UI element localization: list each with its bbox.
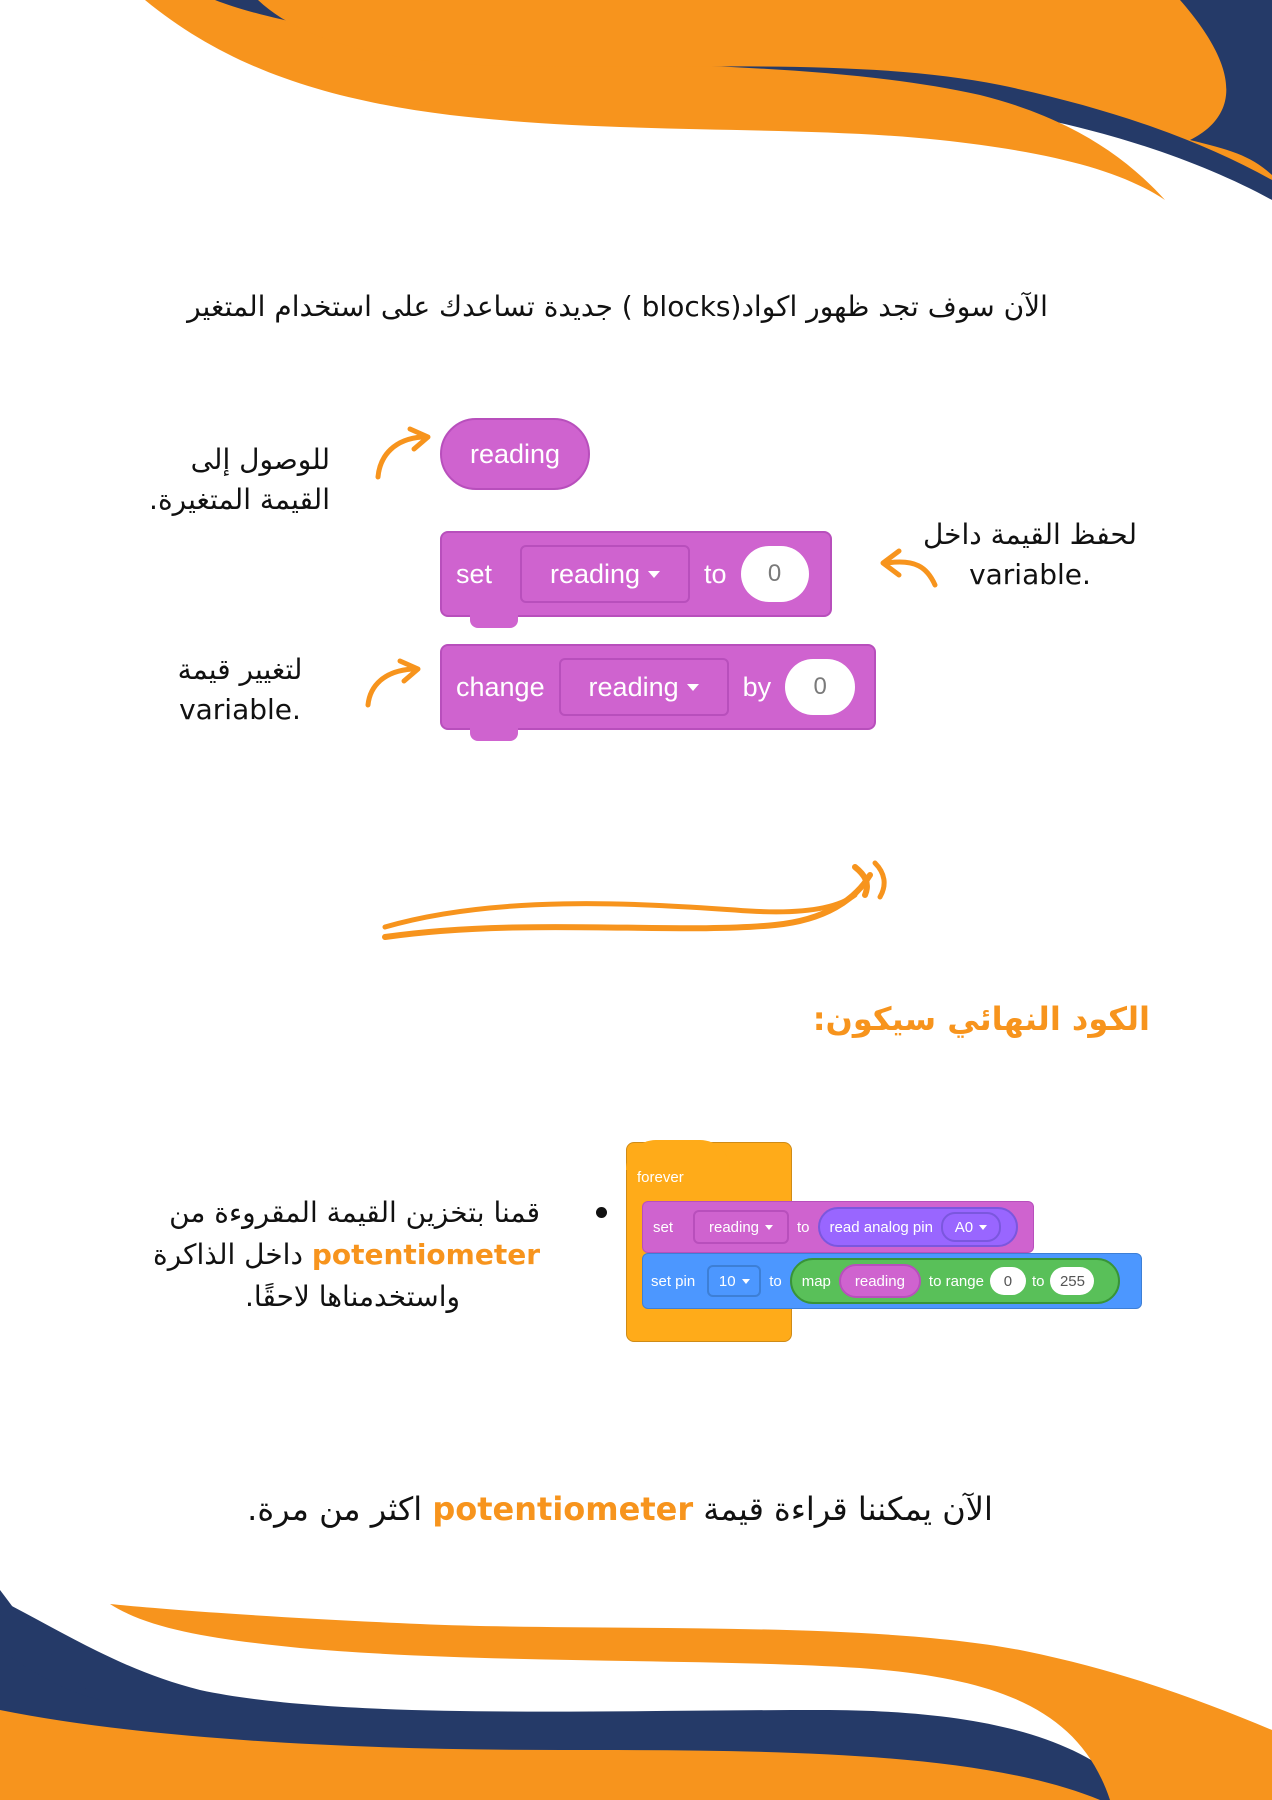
squiggle-divider: [382, 860, 887, 940]
block-notch: [470, 614, 518, 628]
bullet-line3: واستخدمناها لاحقًا.: [244, 1280, 460, 1313]
set-label: set: [653, 1218, 674, 1236]
set-label: set: [456, 558, 493, 589]
caret-down-icon: [765, 1224, 774, 1230]
closing-start: الآن يمكننا قراءة قيمة: [703, 1490, 993, 1528]
read-analog-pin-reporter[interactable]: read analog pin A0: [817, 1207, 1018, 1247]
to-label: to: [797, 1218, 810, 1236]
variable-dropdown[interactable]: reading: [693, 1210, 790, 1244]
caret-down-icon: [686, 683, 699, 691]
bottom-wave-decoration: [0, 1590, 1272, 1800]
closing-text: الآن يمكننا قراءة قيمة potentiometer اكث…: [200, 1490, 1040, 1528]
curved-arrow-icon: [375, 426, 431, 480]
bullet-dot: [596, 1207, 607, 1218]
reporter-label: reading: [469, 438, 561, 469]
bullet-line1: قمنا بتخزين القيمة المقروءة من: [169, 1196, 540, 1229]
bullet-text: قمنا بتخزين القيمة المقروءة من potentiom…: [100, 1192, 540, 1318]
caret-down-icon: [741, 1278, 750, 1284]
intro-text: الآن سوف تجد ظهور اكواد(blocks ) جديدة ت…: [187, 290, 1048, 323]
change-label: change: [456, 671, 545, 702]
to-range-label: to range: [928, 1272, 984, 1290]
pin-number-value: 10: [718, 1272, 736, 1290]
top-wave-decoration: [145, 0, 1272, 200]
set-pin-block[interactable]: set pin 10 to map reading to range 0 to …: [642, 1253, 1142, 1309]
block-notch: [470, 727, 518, 741]
to-label: to: [769, 1272, 782, 1290]
callout-change: لتغيير قيمة .variable: [177, 653, 303, 726]
callout-access: للوصول إلى القيمة المتغيرة.: [149, 443, 330, 516]
set-reading-block[interactable]: set reading to read analog pin A0: [642, 1201, 1034, 1253]
curved-arrow-icon: [880, 548, 938, 588]
value-input[interactable]: 0: [740, 546, 809, 602]
forever-hat-top: [626, 1140, 730, 1170]
set-variable-block[interactable]: set reading to 0: [440, 531, 832, 617]
dropdown-value: reading: [588, 671, 679, 702]
value-input[interactable]: 0: [785, 659, 856, 715]
to-label: to: [704, 558, 727, 589]
map-label: map: [801, 1272, 831, 1290]
variable-dropdown[interactable]: reading: [558, 658, 729, 716]
dropdown-value: reading: [708, 1218, 760, 1236]
callout-save: لحفظ القيمة داخل .variable: [922, 518, 1138, 591]
dropdown-value: reading: [549, 558, 641, 589]
bullet-line2: potentiometer داخل الذاكرة: [100, 1234, 540, 1276]
pin-value: A0: [954, 1218, 974, 1236]
range-min-input[interactable]: 0: [989, 1267, 1026, 1295]
page-number: PAGE: 8: [282, 1660, 389, 1691]
set-pin-label: set pin: [651, 1272, 696, 1290]
to-label: to: [1031, 1272, 1045, 1290]
bullet-line2-rest: داخل الذاكرة: [153, 1238, 303, 1271]
change-variable-block[interactable]: change reading by 0: [440, 644, 876, 730]
potentiometer-highlight: potentiometer: [432, 1490, 694, 1528]
caret-down-icon: [979, 1224, 988, 1230]
pin-number-dropdown[interactable]: 10: [707, 1265, 762, 1297]
read-analog-pin-label: read analog pin: [829, 1218, 933, 1236]
closing-end: اكثر من مرة.: [247, 1490, 423, 1528]
potentiometer-highlight: potentiometer: [311, 1238, 540, 1271]
variable-reporter-block[interactable]: reading: [440, 418, 590, 490]
pin-dropdown[interactable]: A0: [940, 1212, 1001, 1242]
caret-down-icon: [648, 570, 661, 578]
map-reporter[interactable]: map reading to range 0 to 255: [789, 1258, 1120, 1304]
forever-label: forever: [637, 1169, 684, 1186]
by-label: by: [742, 671, 772, 702]
map-variable-reporter[interactable]: reading: [838, 1264, 921, 1298]
variable-dropdown[interactable]: reading: [520, 545, 691, 603]
final-code-heading: الكود النهائي سيكون:: [812, 1000, 1150, 1038]
curved-arrow-icon: [365, 658, 421, 708]
range-max-input[interactable]: 255: [1050, 1267, 1095, 1295]
